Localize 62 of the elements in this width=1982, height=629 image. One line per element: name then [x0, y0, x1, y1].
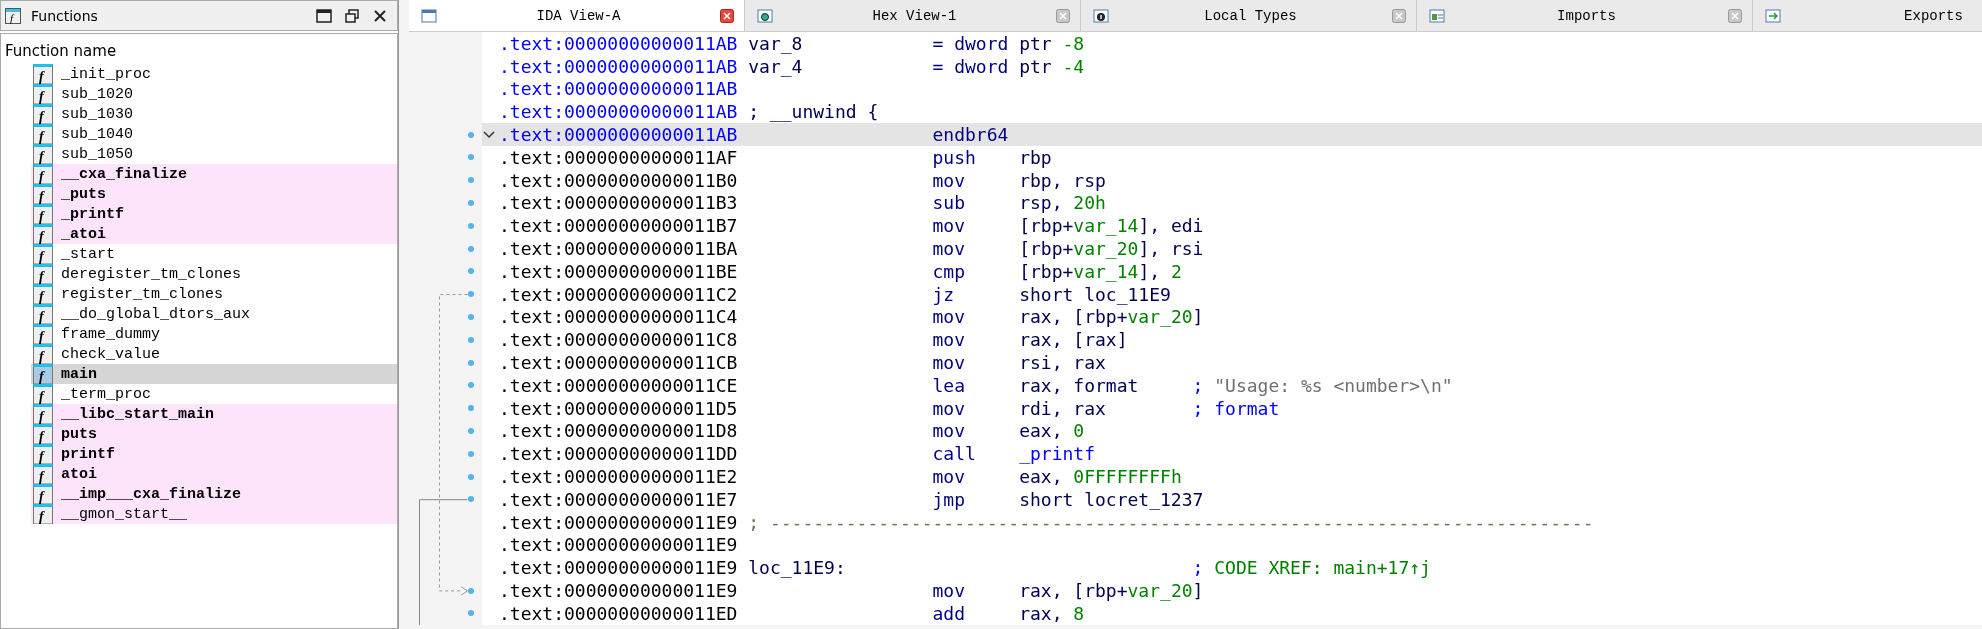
maximize-icon[interactable] — [315, 6, 333, 25]
function-row[interactable]: f sub_1030 — [31, 104, 397, 124]
function-icon: f — [33, 104, 53, 124]
tab[interactable]: Exports — [1753, 0, 1982, 31]
function-icon: f — [33, 184, 53, 204]
tab[interactable]: Hex View-1 — [745, 0, 1081, 31]
function-icon: f — [33, 404, 53, 424]
tab[interactable]: Imports — [1417, 0, 1753, 31]
function-row[interactable]: f frame_dummy — [31, 324, 397, 344]
function-icon: f — [33, 124, 53, 144]
function-icon: f — [33, 84, 53, 104]
function-row[interactable]: f sub_1020 — [31, 84, 397, 104]
function-row[interactable]: f deregister_tm_clones — [31, 264, 397, 284]
function-row[interactable]: f sub_1050 — [31, 144, 397, 164]
function-row[interactable]: f _init_proc — [31, 64, 397, 84]
function-row[interactable]: f register_tm_clones — [31, 284, 397, 304]
function-row[interactable]: f __cxa_finalize — [31, 164, 397, 184]
function-icon: f — [33, 484, 53, 504]
function-icon: f — [33, 444, 53, 464]
function-icon: f — [33, 424, 53, 444]
function-row[interactable]: f _puts — [31, 184, 397, 204]
import-icon — [1429, 7, 1445, 24]
window-icon — [421, 7, 437, 24]
function-icon: f — [33, 264, 53, 284]
function-icon: f — [5, 7, 21, 24]
function-row[interactable]: f _printf — [31, 204, 397, 224]
function-row[interactable]: f __libc_start_main — [31, 404, 397, 424]
function-icon: f — [33, 244, 53, 264]
function-row[interactable]: f puts — [31, 424, 397, 444]
function-icon: f — [33, 304, 53, 324]
function-icon: f — [33, 164, 53, 184]
tab[interactable]: Local Types — [1081, 0, 1417, 31]
function-row[interactable]: f _start — [31, 244, 397, 264]
export-icon — [1765, 7, 1781, 24]
function-icon: f — [33, 284, 53, 304]
function-row[interactable]: f __do_global_dtors_aux — [31, 304, 397, 324]
function-row[interactable]: f main — [31, 364, 397, 384]
close-icon[interactable] — [720, 8, 734, 23]
function-icon: f — [33, 464, 53, 484]
function-icon: f — [33, 504, 53, 524]
function-row[interactable]: f atoi — [31, 464, 397, 484]
function-icon: f — [33, 224, 53, 244]
function-row[interactable]: f _term_proc — [31, 384, 397, 404]
function-icon: f — [33, 204, 53, 224]
info-icon — [1093, 7, 1109, 24]
function-row[interactable]: f printf — [31, 444, 397, 464]
restore-icon[interactable] — [343, 6, 361, 25]
column-header[interactable]: Function name — [1, 34, 397, 64]
function-icon: f — [33, 324, 53, 344]
function-icon: f — [33, 144, 53, 164]
function-row[interactable]: f check_value — [31, 344, 397, 364]
panel-title: Functions — [31, 7, 98, 24]
function-row[interactable]: f __gmon_start__ — [31, 504, 397, 524]
function-icon: f — [33, 64, 53, 84]
function-row[interactable]: f sub_1040 — [31, 124, 397, 144]
function-icon: f — [33, 344, 53, 364]
function-row[interactable]: f __imp___cxa_finalize — [31, 484, 397, 504]
tab[interactable]: IDA View-A — [409, 0, 745, 31]
function-icon: f — [33, 364, 53, 384]
hex-icon — [757, 7, 773, 24]
function-icon: f — [33, 384, 53, 404]
function-row[interactable]: f _atoi — [31, 224, 397, 244]
